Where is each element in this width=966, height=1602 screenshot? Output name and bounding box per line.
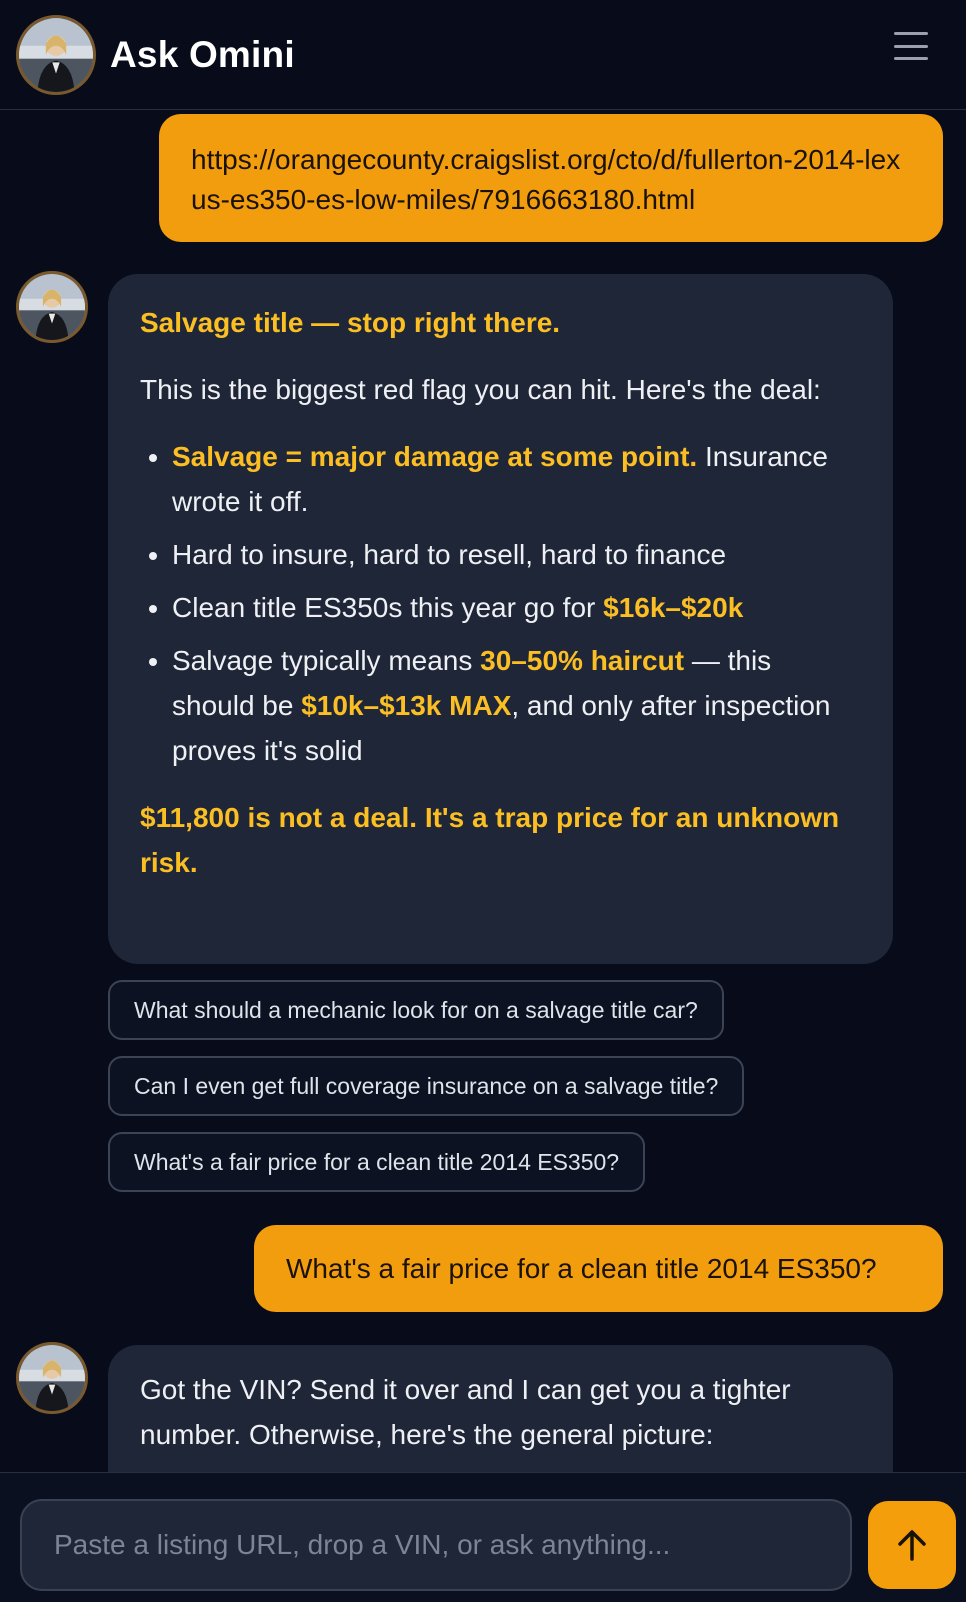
chat-app: Ask Omini https://orangecounty.craigslis… bbox=[0, 0, 966, 1602]
list-item: Clean title ES350s this year go for $16k… bbox=[172, 585, 861, 630]
bot-message-closing: $11,800 is not a deal. It's a trap price… bbox=[140, 802, 840, 878]
bot-message-intro: This is the biggest red flag you can hit… bbox=[140, 374, 821, 405]
list-item: Hard to insure, hard to resell, hard to … bbox=[172, 532, 861, 577]
bot-message-text: Got the VIN? Send it over and I can get … bbox=[140, 1374, 791, 1450]
message-input[interactable] bbox=[20, 1499, 852, 1591]
arrow-up-icon bbox=[898, 1530, 926, 1561]
app-title: Ask Omini bbox=[110, 33, 295, 75]
suggestion-chip[interactable]: What should a mechanic look for on a sal… bbox=[108, 980, 724, 1040]
bot-message-list: Salvage = major damage at some point. In… bbox=[140, 434, 861, 773]
user-message-text: What's a fair price for a clean title 20… bbox=[286, 1253, 877, 1284]
user-message-text: https://orangecounty.craigslist.org/cto/… bbox=[191, 144, 901, 215]
bot-avatar bbox=[16, 271, 88, 343]
bot-avatar bbox=[16, 1342, 88, 1414]
user-message: https://orangecounty.craigslist.org/cto/… bbox=[159, 114, 943, 242]
assistant-avatar bbox=[16, 14, 96, 95]
suggestion-chip[interactable]: What's a fair price for a clean title 20… bbox=[108, 1132, 646, 1192]
header: Ask Omini bbox=[0, 0, 966, 110]
hamburger-menu-icon[interactable] bbox=[894, 32, 928, 60]
list-item: Salvage typically means 30–50% haircut —… bbox=[172, 638, 861, 773]
bot-message: Salvage title — stop right there. This i… bbox=[108, 274, 893, 964]
suggestion-chip[interactable]: Can I even get full coverage insurance o… bbox=[108, 1056, 745, 1116]
composer bbox=[0, 1472, 966, 1602]
send-button[interactable] bbox=[868, 1501, 956, 1589]
list-item: Salvage = major damage at some point. In… bbox=[172, 434, 861, 524]
user-message: What's a fair price for a clean title 20… bbox=[254, 1225, 943, 1312]
bot-message-heading: Salvage title — stop right there. bbox=[140, 307, 561, 338]
